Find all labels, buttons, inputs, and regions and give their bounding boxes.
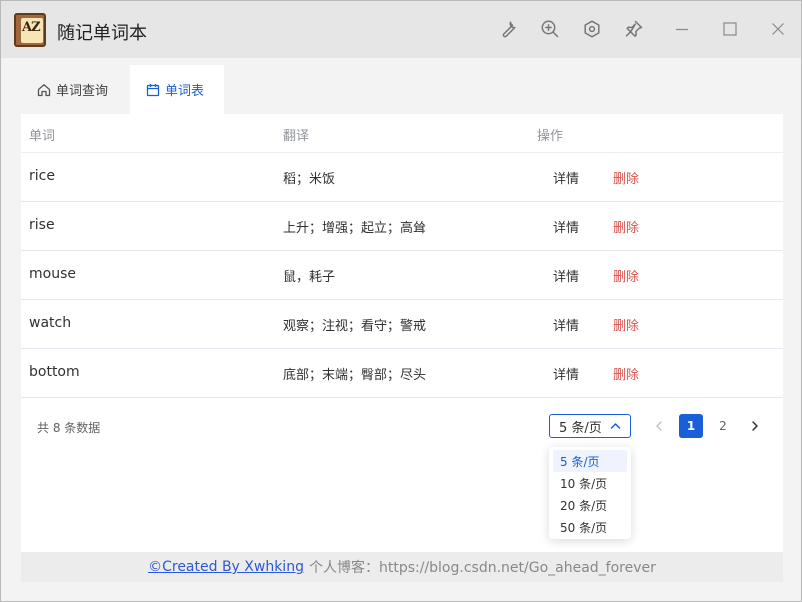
table-row: mouse 鼠，耗子 详情 删除 — [21, 251, 783, 300]
pin-icon[interactable] — [624, 19, 644, 39]
tab-word-search[interactable]: 单词查询 — [21, 65, 130, 114]
column-header-translation: 翻译 — [283, 129, 310, 144]
row-translation: 底部；末端；臀部；尽头 — [283, 368, 427, 383]
word-table-panel: 单词 翻译 操作 rice 稻；米饭 详情 删除 rise 上升；增强；起立；高… — [21, 114, 783, 552]
page-button-2[interactable]: 2 — [711, 414, 735, 438]
settings-hex-icon[interactable] — [582, 19, 602, 39]
zoom-in-icon[interactable] — [540, 19, 560, 39]
delete-button[interactable]: 删除 — [613, 217, 639, 236]
wrench-icon[interactable] — [498, 19, 518, 39]
table-row: bottom 底部；末端；臀部；尽头 详情 删除 — [21, 349, 783, 398]
row-translation: 鼠，耗子 — [283, 270, 336, 285]
calendar-icon — [146, 83, 160, 96]
app-title: 随记单词本 — [57, 23, 147, 44]
chevron-left-icon — [656, 421, 662, 431]
detail-button[interactable]: 详情 — [553, 364, 579, 383]
blog-text: 个人博客：https://blog.csdn.net/Go_ahead_fore… — [308, 560, 656, 576]
app-window: AZ 随记单词本 单词查询 单词表 单词 翻译 操作 rice 稻；米饭 详情 … — [0, 0, 802, 602]
detail-button[interactable]: 详情 — [553, 168, 579, 187]
row-word: rise — [29, 217, 55, 233]
minimize-icon[interactable] — [672, 19, 692, 39]
next-page-button[interactable] — [748, 418, 762, 434]
app-logo-icon: AZ — [14, 13, 46, 47]
row-word: bottom — [29, 364, 80, 380]
page-size-dropdown: 5 条/页 10 条/页 20 条/页 50 条/页 — [549, 447, 631, 539]
author-link[interactable]: ©Created By Xwhking — [148, 559, 304, 575]
close-icon[interactable] — [768, 19, 788, 39]
row-word: mouse — [29, 266, 76, 282]
page-button-1[interactable]: 1 — [679, 414, 703, 438]
maximize-icon[interactable] — [720, 19, 740, 39]
tab-label: 单词查询 — [56, 84, 109, 99]
tab-word-list[interactable]: 单词表 — [130, 65, 224, 114]
delete-button[interactable]: 删除 — [613, 266, 639, 285]
home-icon — [37, 83, 51, 96]
row-word: watch — [29, 315, 72, 331]
delete-button[interactable]: 删除 — [613, 364, 639, 383]
page-size-option[interactable]: 20 条/页 — [553, 494, 627, 516]
title-bar: AZ 随记单词本 — [1, 1, 801, 58]
page-size-option[interactable]: 5 条/页 — [553, 450, 627, 472]
page-size-option[interactable]: 10 条/页 — [553, 472, 627, 494]
table-row: rise 上升；增强；起立；高耸 详情 删除 — [21, 202, 783, 251]
page-size-option[interactable]: 50 条/页 — [553, 516, 627, 538]
column-header-word: 单词 — [29, 129, 56, 144]
footer: ©Created By Xwhking 个人博客：https://blog.cs… — [21, 552, 783, 582]
page-size-select[interactable]: 5 条/页 — [549, 414, 631, 438]
page-size-value: 5 条/页 — [559, 420, 602, 436]
column-header-action: 操作 — [537, 129, 564, 144]
detail-button[interactable]: 详情 — [553, 315, 579, 334]
tab-label: 单词表 — [165, 84, 205, 99]
detail-button[interactable]: 详情 — [553, 217, 579, 236]
delete-button[interactable]: 删除 — [613, 315, 639, 334]
table-row: rice 稻；米饭 详情 删除 — [21, 153, 783, 202]
table-header: 单词 翻译 操作 — [21, 114, 783, 153]
chevron-right-icon — [752, 421, 758, 431]
row-translation: 观察；注视；看守；警戒 — [283, 319, 427, 334]
row-translation: 稻；米饭 — [283, 172, 336, 187]
table-row: watch 观察；注视；看守；警戒 详情 删除 — [21, 300, 783, 349]
total-count: 共 8 条数据 — [37, 421, 101, 435]
delete-button[interactable]: 删除 — [613, 168, 639, 187]
chevron-up-icon — [610, 423, 621, 429]
prev-page-button[interactable] — [652, 418, 666, 434]
detail-button[interactable]: 详情 — [553, 266, 579, 285]
row-translation: 上升；增强；起立；高耸 — [283, 221, 427, 236]
row-word: rice — [29, 168, 55, 184]
